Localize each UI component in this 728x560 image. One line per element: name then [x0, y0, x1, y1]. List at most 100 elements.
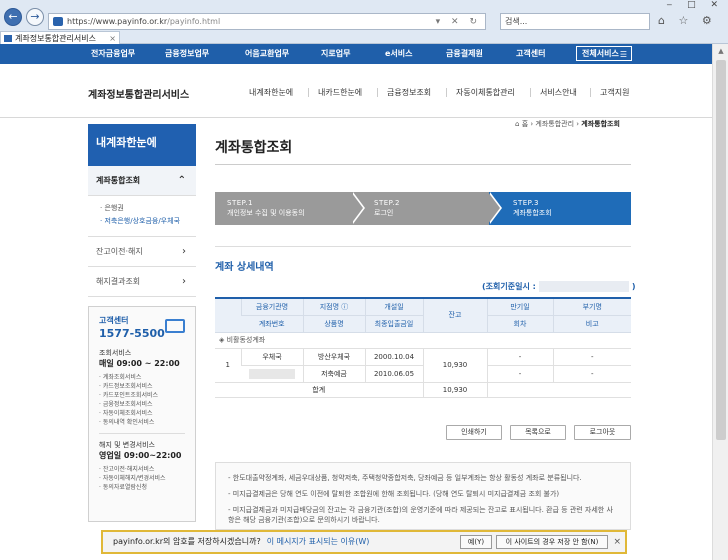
account-number [241, 365, 303, 383]
note-item: - 한도대출약정계좌, 세금우대상품, 청약저축, 주택청약종합저축, 당좌예금… [228, 474, 582, 482]
tab-favicon-icon [4, 35, 12, 42]
address-bar[interactable]: https://www.payinfo.or.kr/payinfo.html ▾… [48, 13, 486, 30]
last-transaction-date: 2010.06.05 [364, 365, 423, 383]
note-item: - 미지급결제금은 당해 연도 이전에 탈퇴한 조합원에 한해 조회됩니다. (… [228, 490, 560, 498]
note: - [552, 365, 631, 383]
page-scrollbar[interactable]: ▲ [712, 44, 728, 560]
section-divider [215, 246, 631, 247]
chevron-right-icon: › [182, 276, 186, 287]
step-label: 계좌통합조회 [513, 209, 552, 217]
breadcrumb-mid[interactable]: 계좌통합관리 [535, 120, 574, 128]
side-nav-item[interactable]: 잔고이전·해지 › [88, 237, 196, 267]
gnb-item[interactable]: 금융정보업무 [165, 44, 209, 64]
gnb-item[interactable]: 전자금융업무 [91, 44, 135, 64]
table-header: 회차 [486, 315, 553, 333]
gnb-item[interactable]: 금융결제원 [446, 44, 483, 64]
round: - [486, 365, 553, 383]
side-nav-label: 계좌통합조회 [96, 176, 141, 185]
breadcrumb-home[interactable]: 홈 [522, 120, 528, 128]
chevron-up-icon: ⌃ [177, 175, 186, 186]
title-divider [215, 164, 631, 165]
refresh-icon[interactable]: ▾ ✕ ↻ [436, 15, 481, 30]
step-2: STEP.2 로그인 [352, 192, 492, 225]
alias: - [552, 348, 631, 366]
sum-empty [486, 382, 631, 398]
step-num: STEP.3 [513, 199, 539, 207]
side-nav-subitem-active[interactable]: · 저축은행/상호금융/우체국 [100, 215, 188, 228]
all-services-button[interactable]: 전체서비스 ☰ [576, 46, 632, 61]
gnb-item[interactable]: e서비스 [385, 44, 413, 64]
notif-message: payinfo.or.kr의 암호를 저장하시겠습니까? [113, 537, 261, 546]
browser-tab[interactable]: 계좌정보통합관리서비스 × [0, 31, 120, 45]
breadcrumb-current: 계좌통합조회 [581, 120, 620, 128]
side-nav-item-active[interactable]: 계좌통합조회 ⌃ [88, 166, 196, 196]
gnb-item[interactable]: 어음교환업무 [245, 44, 289, 64]
table-header[interactable]: 지점명 ⓘ [302, 297, 365, 316]
list-button[interactable]: 목록으로 [510, 425, 566, 440]
table-row: 1 우체국 방산우체국 2000.10.04 10,930 - - [215, 348, 631, 383]
table-header: 비고 [552, 315, 631, 333]
redacted-account-number [248, 368, 295, 379]
side-nav-label: 잔고이전·해지 [96, 247, 143, 256]
side-nav-title: 내계좌한눈에 [88, 124, 196, 166]
menu-separator [446, 88, 447, 97]
menu-item[interactable]: 자동이체통합관리 [456, 87, 515, 98]
branch-name: 방산우체국 [302, 348, 365, 366]
menu-item[interactable]: 고객지원 [600, 87, 629, 98]
balance: 10,930 [422, 348, 487, 383]
step-label: 개인정보 수집 및 이용동의 [227, 209, 305, 217]
home-icon[interactable]: ⌂ [515, 120, 519, 128]
browser-tools-icons[interactable]: ⌂ ☆ ⚙ [658, 14, 717, 27]
cs-chg-label: 해지 및 변경서비스 [99, 441, 155, 449]
section-title: 계좌 상세내역 [215, 262, 274, 273]
scroll-up-icon[interactable]: ▲ [713, 44, 728, 58]
site-header: 계좌정보통합관리서비스 내계좌한눈에 내카드한눈에 금융정보조회 자동이체통합관… [0, 64, 712, 118]
divider [99, 433, 185, 434]
product-name: 저축예금 [302, 365, 365, 383]
close-icon[interactable]: × [613, 532, 621, 552]
table-header: 금융기관명 [240, 297, 303, 316]
step-1: STEP.1 개인정보 수집 및 이용동의 [215, 192, 355, 225]
notif-yes-button[interactable]: 예(Y) [460, 535, 492, 549]
notif-never-button[interactable]: 이 사이트의 경우 저장 안 함(N) [496, 535, 608, 549]
sum-label: 합계 [215, 382, 423, 398]
redacted-datetime [538, 281, 629, 292]
menu-item[interactable]: 내카드한눈에 [318, 87, 362, 98]
note-item: - 미지급결제금과 미지급배당금의 잔고는 각 금융기관(조합)의 운영기준에 … [228, 506, 613, 524]
forward-button[interactable]: → [26, 8, 44, 26]
cs-svc-item: · 카드포인트조회서비스 [99, 392, 159, 399]
site-title[interactable]: 계좌정보통합관리서비스 [88, 86, 189, 101]
row-number: 1 [215, 348, 241, 383]
side-nav-submenu: · 은행권 · 저축은행/상호금융/우체국 [88, 196, 196, 237]
cs-svc-item: · 금융정보조회서비스 [99, 401, 153, 408]
cs-svc-label: 조회서비스 [99, 349, 132, 357]
logout-button[interactable]: 로그아웃 [574, 425, 631, 440]
step-num: STEP.2 [374, 199, 400, 207]
url-path: /payinfo.html [167, 17, 221, 26]
phone-card-icon [165, 319, 185, 333]
maturity-date: - [486, 348, 553, 366]
menu-item[interactable]: 금융정보조회 [387, 87, 431, 98]
notif-why-link[interactable]: 이 메시지가 표시되는 이유(W) [267, 537, 370, 546]
chevron-right-icon: › [182, 246, 186, 257]
table-header: 계좌번호 [241, 315, 303, 333]
side-nav-subitem[interactable]: · 은행권 [100, 202, 188, 215]
window-controls[interactable]: ‒ □ ✕ [667, 0, 725, 10]
menu-item[interactable]: 서비스안내 [540, 87, 577, 98]
menu-item[interactable]: 내계좌한눈에 [249, 87, 293, 98]
sum-row: 합계 10,930 [215, 382, 631, 398]
customer-center-box: 고객센터 1577-5500 조회서비스 매일 09:00 ~ 22:00 · … [88, 306, 196, 522]
side-nav-item[interactable]: 해지결과조회 › [88, 267, 196, 297]
gnb-item[interactable]: 지로업무 [321, 44, 350, 64]
cs-chg-item: · 잔고이전·해지서비스 [99, 466, 155, 473]
step-arrow [488, 192, 500, 224]
scroll-thumb[interactable] [716, 60, 726, 440]
cs-chg-hours: 영업일 09:00~22:00 [99, 451, 182, 460]
search-input[interactable]: 검색... [500, 13, 650, 30]
step-label: 로그인 [374, 209, 394, 217]
gnb-item[interactable]: 고객센터 [516, 44, 545, 64]
back-button[interactable]: ← [4, 8, 22, 26]
print-button[interactable]: 인쇄하기 [446, 425, 502, 440]
cs-svc-hours: 매일 09:00 ~ 22:00 [99, 359, 180, 368]
url-host: https://www.payinfo.or.kr [67, 17, 168, 26]
